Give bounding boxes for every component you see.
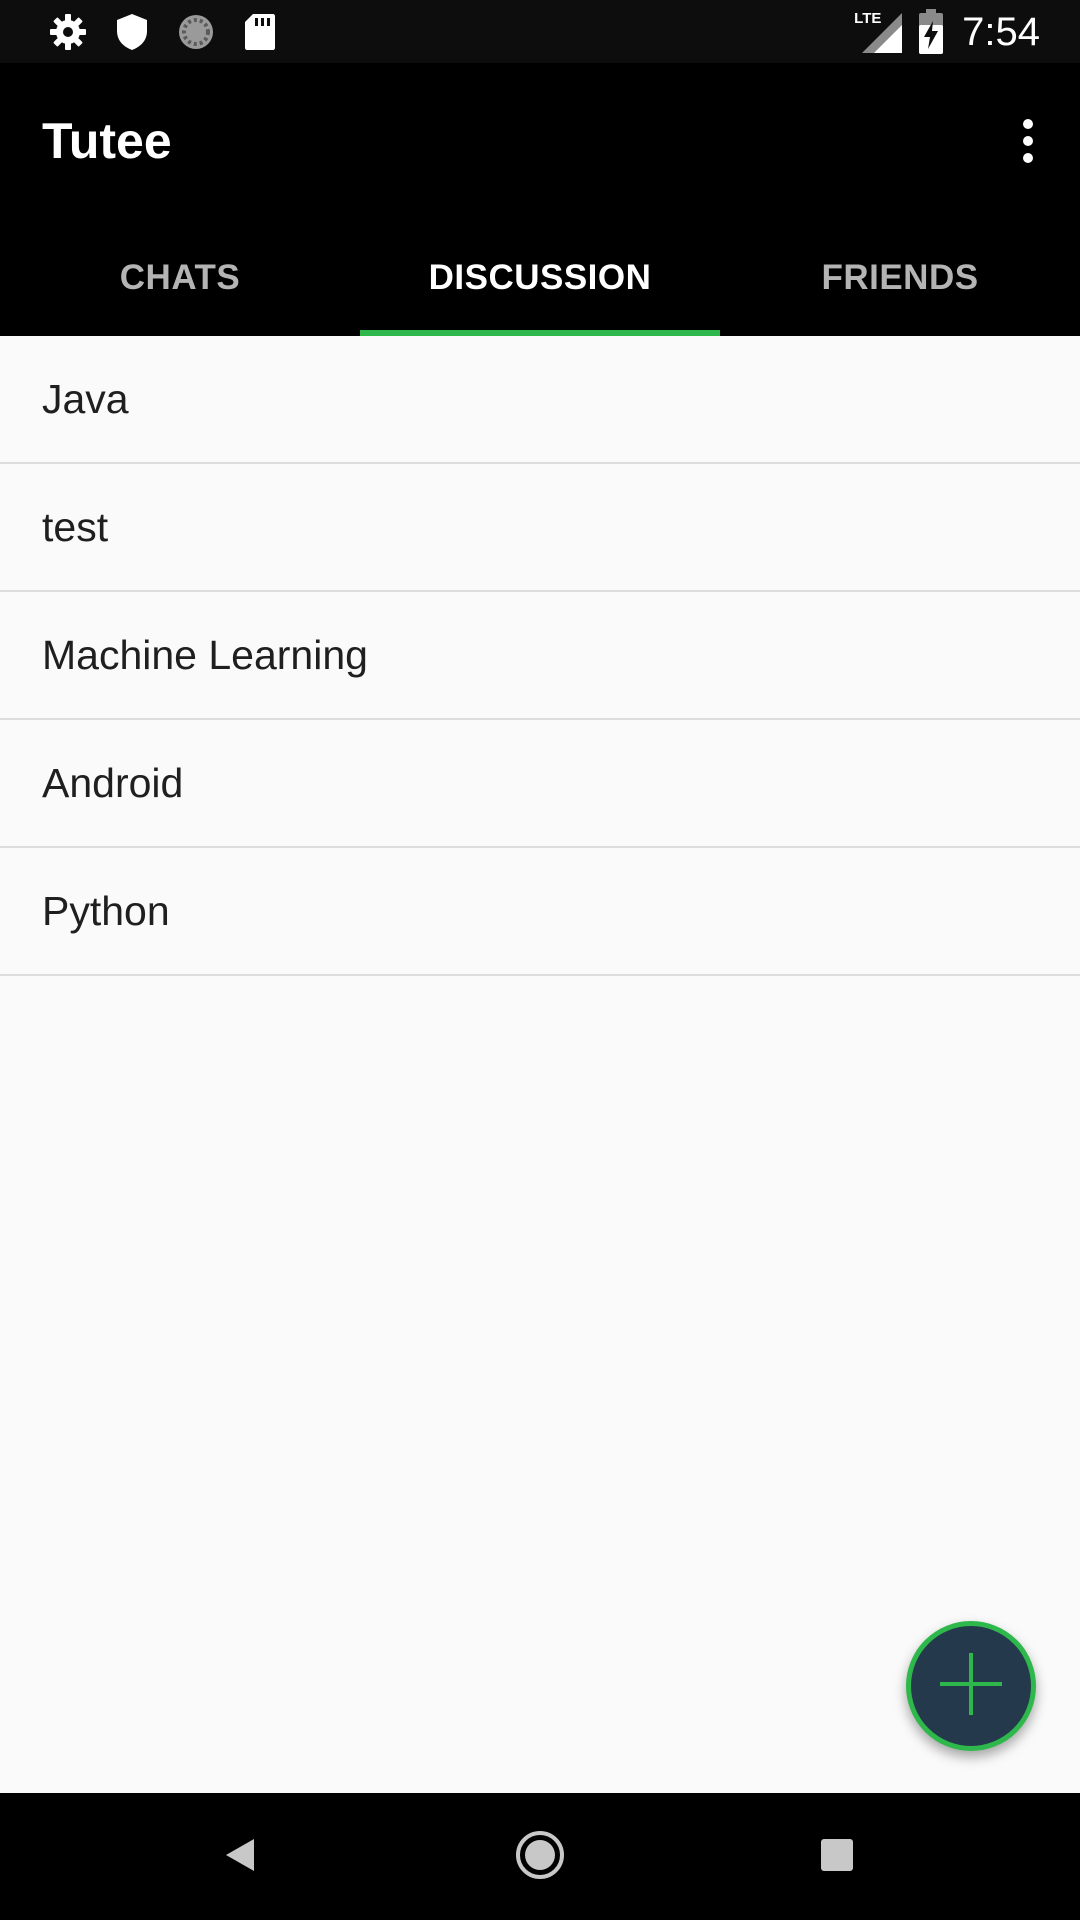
more-vert-icon	[1020, 118, 1036, 169]
shield-icon	[110, 10, 154, 54]
recents-icon	[818, 1836, 856, 1879]
list-item[interactable]: Python	[0, 848, 1080, 976]
back-icon	[220, 1835, 260, 1880]
tab-chats[interactable]: CHATS	[0, 220, 360, 336]
lte-signal-icon: LTE	[852, 9, 904, 55]
battery-charging-icon	[918, 9, 944, 55]
list-item[interactable]: test	[0, 464, 1080, 592]
more-options-button[interactable]	[996, 103, 1060, 183]
gear-icon	[46, 10, 90, 54]
status-bar: LTE 7:54	[0, 0, 1080, 63]
tab-friends[interactable]: FRIENDS	[720, 220, 1080, 336]
navigation-bar	[0, 1793, 1080, 1920]
add-discussion-button[interactable]	[906, 1621, 1036, 1751]
sync-icon	[174, 10, 218, 54]
tab-bar: CHATS DISCUSSION FRIENDS	[0, 220, 1080, 336]
list-item[interactable]: Android	[0, 720, 1080, 848]
status-time: 7:54	[962, 10, 1040, 54]
back-button[interactable]	[200, 1817, 280, 1897]
status-right-icons: LTE 7:54	[852, 8, 1040, 56]
app-title: Tutee	[42, 113, 172, 169]
home-icon	[514, 1829, 566, 1886]
list-item[interactable]: Machine Learning	[0, 592, 1080, 720]
network-type-label: LTE	[854, 10, 882, 27]
list-item[interactable]: Java	[0, 336, 1080, 464]
sd-card-icon	[238, 10, 282, 54]
recents-button[interactable]	[797, 1817, 877, 1897]
app-bar: Tutee CHATS DISCUSSION FRIENDS	[0, 63, 1080, 336]
status-left-icons	[46, 10, 302, 54]
home-button[interactable]	[500, 1817, 580, 1897]
discussion-list: Java test Machine Learning Android Pytho…	[0, 336, 1080, 976]
tab-discussion[interactable]: DISCUSSION	[360, 220, 720, 336]
plus-icon	[938, 1651, 1004, 1722]
